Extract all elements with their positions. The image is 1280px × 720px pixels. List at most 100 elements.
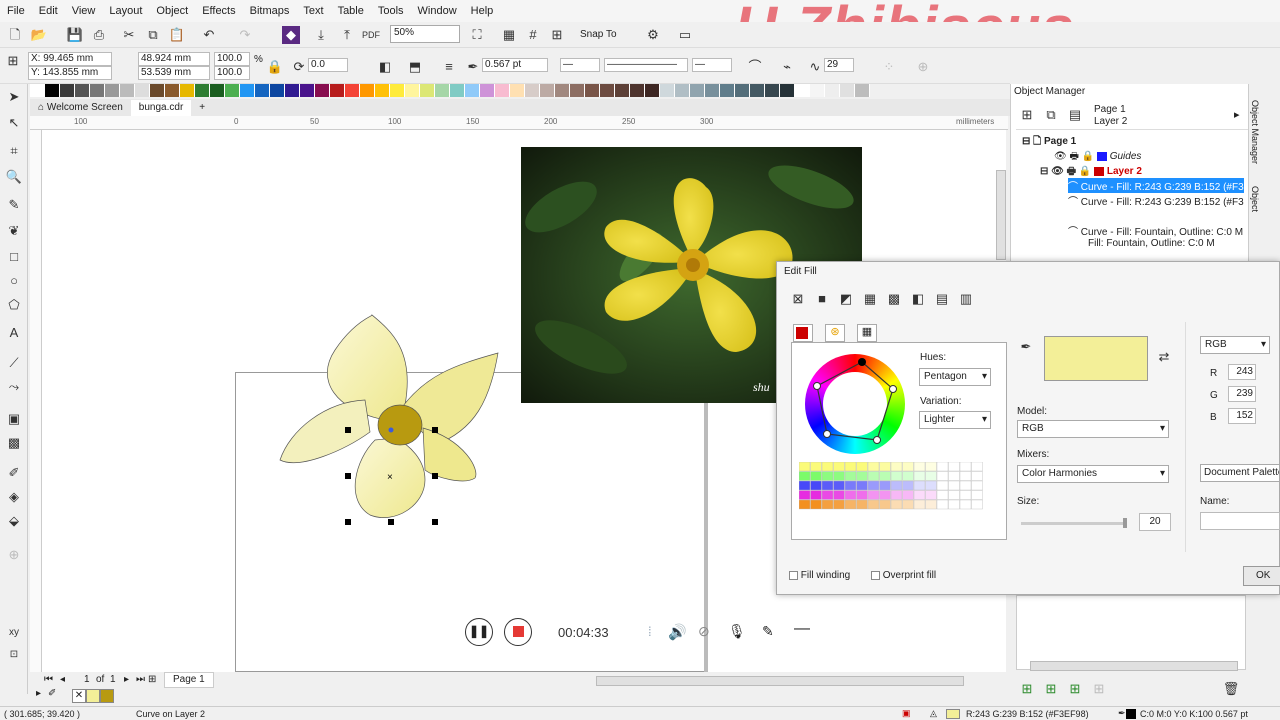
harmony-swatch[interactable] <box>833 480 845 491</box>
palette-swatch[interactable] <box>180 84 195 97</box>
shape-tool-icon[interactable]: ↖ <box>5 114 23 132</box>
ellipse-tool-icon[interactable]: ○ <box>5 272 23 290</box>
quick-customize-icon-2[interactable]: ⊡ <box>5 646 23 664</box>
harmony-swatch[interactable] <box>879 499 891 510</box>
palette-swatch[interactable] <box>360 84 375 97</box>
new-document-icon[interactable]: 🗋 <box>6 26 24 44</box>
harmony-swatch[interactable] <box>799 471 811 481</box>
drop-shadow-icon[interactable]: ▣ <box>5 410 23 428</box>
quick-customize-icon[interactable]: ⁘ <box>880 58 898 76</box>
harmony-swatch[interactable] <box>971 490 983 500</box>
palette-swatch[interactable] <box>240 84 255 97</box>
palette-swatch[interactable] <box>645 84 660 97</box>
palette-swatch[interactable] <box>585 84 600 97</box>
palette-swatch[interactable] <box>690 84 705 97</box>
harmony-swatch[interactable] <box>913 462 926 472</box>
color-palette[interactable] <box>30 84 870 98</box>
zoom-tool-icon[interactable]: 🔍 <box>5 168 23 186</box>
first-page-icon[interactable]: ⏮ <box>44 674 53 685</box>
ok-button[interactable]: OK <box>1243 566 1280 586</box>
postscript-fill-icon[interactable]: ▥ <box>957 290 975 308</box>
harmony-swatch[interactable] <box>913 471 926 481</box>
menu-tools[interactable]: Tools <box>371 5 411 17</box>
mic-muted-icon[interactable]: 🎙 <box>728 623 746 640</box>
harmony-swatch[interactable] <box>959 480 972 491</box>
harmony-swatch[interactable] <box>971 462 983 472</box>
zoom-level-dropdown[interactable]: 50% <box>390 25 460 43</box>
speaker-icon[interactable]: 🔊 <box>668 623 687 641</box>
harmony-swatch[interactable] <box>936 490 949 500</box>
variation-dropdown[interactable]: Lighter <box>919 411 991 429</box>
palette-swatch[interactable] <box>630 84 645 97</box>
palette-swatch[interactable] <box>450 84 465 97</box>
width-field[interactable]: 48.924 mm <box>138 52 210 66</box>
menu-layout[interactable]: Layout <box>102 5 149 17</box>
object-manager-hscroll[interactable] <box>1030 661 1238 671</box>
palette-swatch[interactable] <box>285 84 300 97</box>
smart-fill-icon[interactable]: ⬙ <box>5 512 23 530</box>
add-page-icon[interactable]: ⊞ <box>148 674 156 685</box>
parallel-dimension-icon[interactable]: ⟋ <box>5 354 23 372</box>
harmony-swatch[interactable] <box>867 499 880 510</box>
new-master-layer-all-icon[interactable]: ⊞ <box>1066 680 1084 698</box>
stop-button[interactable] <box>504 618 532 646</box>
harmony-swatch[interactable] <box>925 499 937 510</box>
color-mixers-tab[interactable]: ⊛ <box>825 324 845 342</box>
harmony-swatch[interactable] <box>936 480 949 491</box>
harmony-swatch[interactable] <box>890 480 903 491</box>
add-tool-icon[interactable]: ⊕ <box>5 546 23 564</box>
harmony-swatch[interactable] <box>844 480 857 491</box>
new-master-layer-icon[interactable]: ⊞ <box>1042 680 1060 698</box>
harmony-swatch[interactable] <box>959 490 972 500</box>
palette-swatch[interactable] <box>810 84 825 97</box>
prev-page-icon[interactable]: ◂ <box>60 674 65 685</box>
freehand-tool-icon[interactable]: ✎ <box>5 196 23 214</box>
uniform-fill-icon[interactable]: ■ <box>813 290 831 308</box>
fill-winding-checkbox[interactable]: Fill winding <box>789 570 850 581</box>
y-position-field[interactable]: Y: 143.855 mm <box>28 66 112 80</box>
document-palette-dropdown[interactable]: Document Palette <box>1200 464 1280 482</box>
open-icon[interactable]: 📂 <box>30 26 48 44</box>
harmony-swatch[interactable] <box>810 462 822 472</box>
blue-value-field[interactable]: 152 <box>1228 408 1256 424</box>
layer-manager-icon[interactable]: ▤ <box>1066 106 1084 124</box>
rulers-icon[interactable]: ▦ <box>500 26 518 44</box>
menu-table[interactable]: Table <box>331 5 371 17</box>
horizontal-ruler[interactable]: 100 0 50 100 150 200 250 300 millimeters <box>30 116 1008 130</box>
page-tab[interactable]: Page 1 <box>164 672 214 688</box>
harmony-swatch[interactable] <box>844 462 857 472</box>
harmony-swatch[interactable] <box>948 490 960 500</box>
paste-icon[interactable]: 📋 <box>168 26 186 44</box>
palette-swatch[interactable] <box>375 84 390 97</box>
palette-swatch[interactable] <box>780 84 795 97</box>
harmony-swatch[interactable] <box>948 462 960 472</box>
harmony-swatch[interactable] <box>948 499 960 510</box>
palette-swatch[interactable] <box>225 84 240 97</box>
swap-colors-icon[interactable]: ⇄ <box>1155 348 1173 366</box>
harmony-swatch[interactable] <box>799 480 811 491</box>
end-arrow-dropdown[interactable]: — <box>692 58 732 72</box>
harmony-swatch[interactable] <box>821 480 834 491</box>
undo-icon[interactable]: ↶ <box>200 26 218 44</box>
harmony-swatch[interactable] <box>902 480 914 491</box>
palette-swatch[interactable] <box>765 84 780 97</box>
palette-swatch[interactable] <box>195 84 210 97</box>
panel-menu-arrow-icon[interactable]: ▸ <box>1234 108 1240 121</box>
harmony-swatch[interactable] <box>844 471 857 481</box>
harmony-swatch[interactable] <box>959 462 972 472</box>
green-value-field[interactable]: 239 <box>1228 386 1256 402</box>
horizontal-scrollbar[interactable] <box>596 676 964 686</box>
export-icon[interactable]: ⤒ <box>338 26 356 44</box>
palette-swatch[interactable] <box>255 84 270 97</box>
start-arrow-dropdown[interactable]: — <box>560 58 600 72</box>
harmony-swatch[interactable] <box>844 490 857 500</box>
overprint-fill-checkbox[interactable]: Overprint fill <box>871 570 936 581</box>
options-gear-icon[interactable]: ⚙ <box>644 26 662 44</box>
hues-dropdown[interactable]: Pentagon <box>919 368 991 386</box>
palette-swatch[interactable] <box>420 84 435 97</box>
tree-item[interactable]: ⌒ Curve - Fill: R:243 G:239 B:152 (#F3EF <box>1068 193 1244 208</box>
palette-swatch[interactable] <box>570 84 585 97</box>
print-icon[interactable]: ⎙ <box>90 26 108 44</box>
harmony-swatch[interactable] <box>959 471 972 481</box>
palette-swatch[interactable] <box>315 84 330 97</box>
